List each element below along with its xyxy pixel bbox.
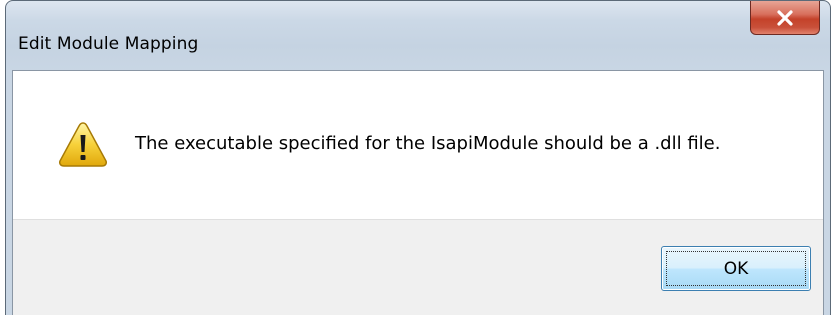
message-panel: The executable specified for the IsapiMo… [13, 71, 823, 219]
warning-icon [58, 121, 108, 167]
ok-button[interactable]: OK [661, 246, 811, 291]
close-button[interactable] [750, 1, 820, 35]
window-title: Edit Module Mapping [18, 34, 199, 54]
message-text: The executable specified for the IsapiMo… [135, 133, 721, 154]
title-bar[interactable]: Edit Module Mapping [6, 1, 830, 71]
dialog-content: The executable specified for the IsapiMo… [12, 70, 824, 315]
close-icon [776, 9, 794, 26]
button-panel: OK [13, 219, 823, 315]
focus-rect [666, 251, 806, 286]
dialog-window: Edit Module Mapping The executable speci… [5, 0, 831, 315]
